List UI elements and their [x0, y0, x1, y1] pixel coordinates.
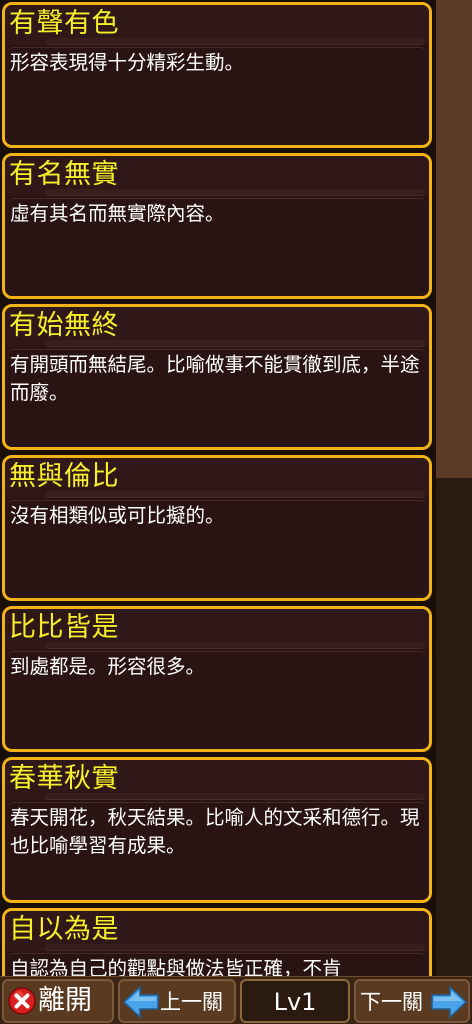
app-screen: 有聲有色 形容表現得十分精彩生動。 有名無實 虛有其名而無實際內容。 有始無終 … — [0, 0, 472, 1024]
idiom-title: 無與倫比 — [9, 461, 119, 492]
idiom-description: 沒有相類似或可比擬的。 — [10, 504, 225, 527]
idiom-card[interactable]: 比比皆是 到處都是。形容很多。 — [2, 606, 432, 752]
idiom-title: 有名無實 — [9, 159, 119, 190]
idiom-card[interactable]: 無與倫比 沒有相類似或可比擬的。 — [2, 455, 432, 601]
bottom-toolbar: 離開 上一關 Lv1 下一關 — [0, 976, 472, 1024]
idiom-description: 到處都是。形容很多。 — [10, 655, 206, 678]
scrollbar-thumb[interactable] — [436, 0, 472, 478]
exit-button[interactable]: 離開 — [2, 979, 114, 1023]
level-indicator: Lv1 — [240, 979, 350, 1023]
idiom-card[interactable]: 有聲有色 形容表現得十分精彩生動。 — [2, 2, 432, 148]
idiom-title: 有聲有色 — [9, 8, 119, 39]
scrollbar-track[interactable] — [436, 0, 472, 976]
idiom-description: 自認為自己的觀點與做法皆正確，不肯 — [10, 957, 342, 976]
idiom-description: 虛有其名而無實際內容。 — [10, 202, 225, 225]
next-level-button[interactable]: 下一關 — [354, 979, 470, 1023]
previous-level-label: 上一關 — [160, 990, 223, 1014]
idiom-description: 春天開花，秋天結果。比喻人的文采和德行。現也比喻學習有成果。 — [10, 806, 420, 857]
idiom-card[interactable]: 有名無實 虛有其名而無實際內容。 — [2, 153, 432, 299]
exit-label: 離開 — [38, 985, 92, 1016]
previous-level-button[interactable]: 上一關 — [118, 979, 236, 1023]
next-level-label: 下一關 — [360, 990, 423, 1014]
level-label: Lv1 — [273, 988, 317, 1016]
idiom-card[interactable]: 自以為是 自認為自己的觀點與做法皆正確，不肯 — [2, 908, 432, 976]
idiom-title: 比比皆是 — [9, 612, 119, 643]
idiom-description: 有開頭而無結尾。比喻做事不能貫徹到底，半途而廢。 — [10, 353, 420, 404]
close-icon — [8, 987, 36, 1015]
idiom-description: 形容表現得十分精彩生動。 — [10, 51, 245, 74]
idiom-title: 自以為是 — [9, 914, 119, 945]
idiom-list[interactable]: 有聲有色 形容表現得十分精彩生動。 有名無實 虛有其名而無實際內容。 有始無終 … — [0, 0, 436, 976]
idiom-title: 有始無終 — [9, 310, 119, 341]
arrow-left-icon — [122, 985, 159, 1019]
idiom-title: 春華秋實 — [9, 763, 119, 794]
idiom-card[interactable]: 春華秋實 春天開花，秋天結果。比喻人的文采和德行。現也比喻學習有成果。 — [2, 757, 432, 903]
arrow-right-icon — [431, 985, 468, 1019]
idiom-card[interactable]: 有始無終 有開頭而無結尾。比喻做事不能貫徹到底，半途而廢。 — [2, 304, 432, 450]
